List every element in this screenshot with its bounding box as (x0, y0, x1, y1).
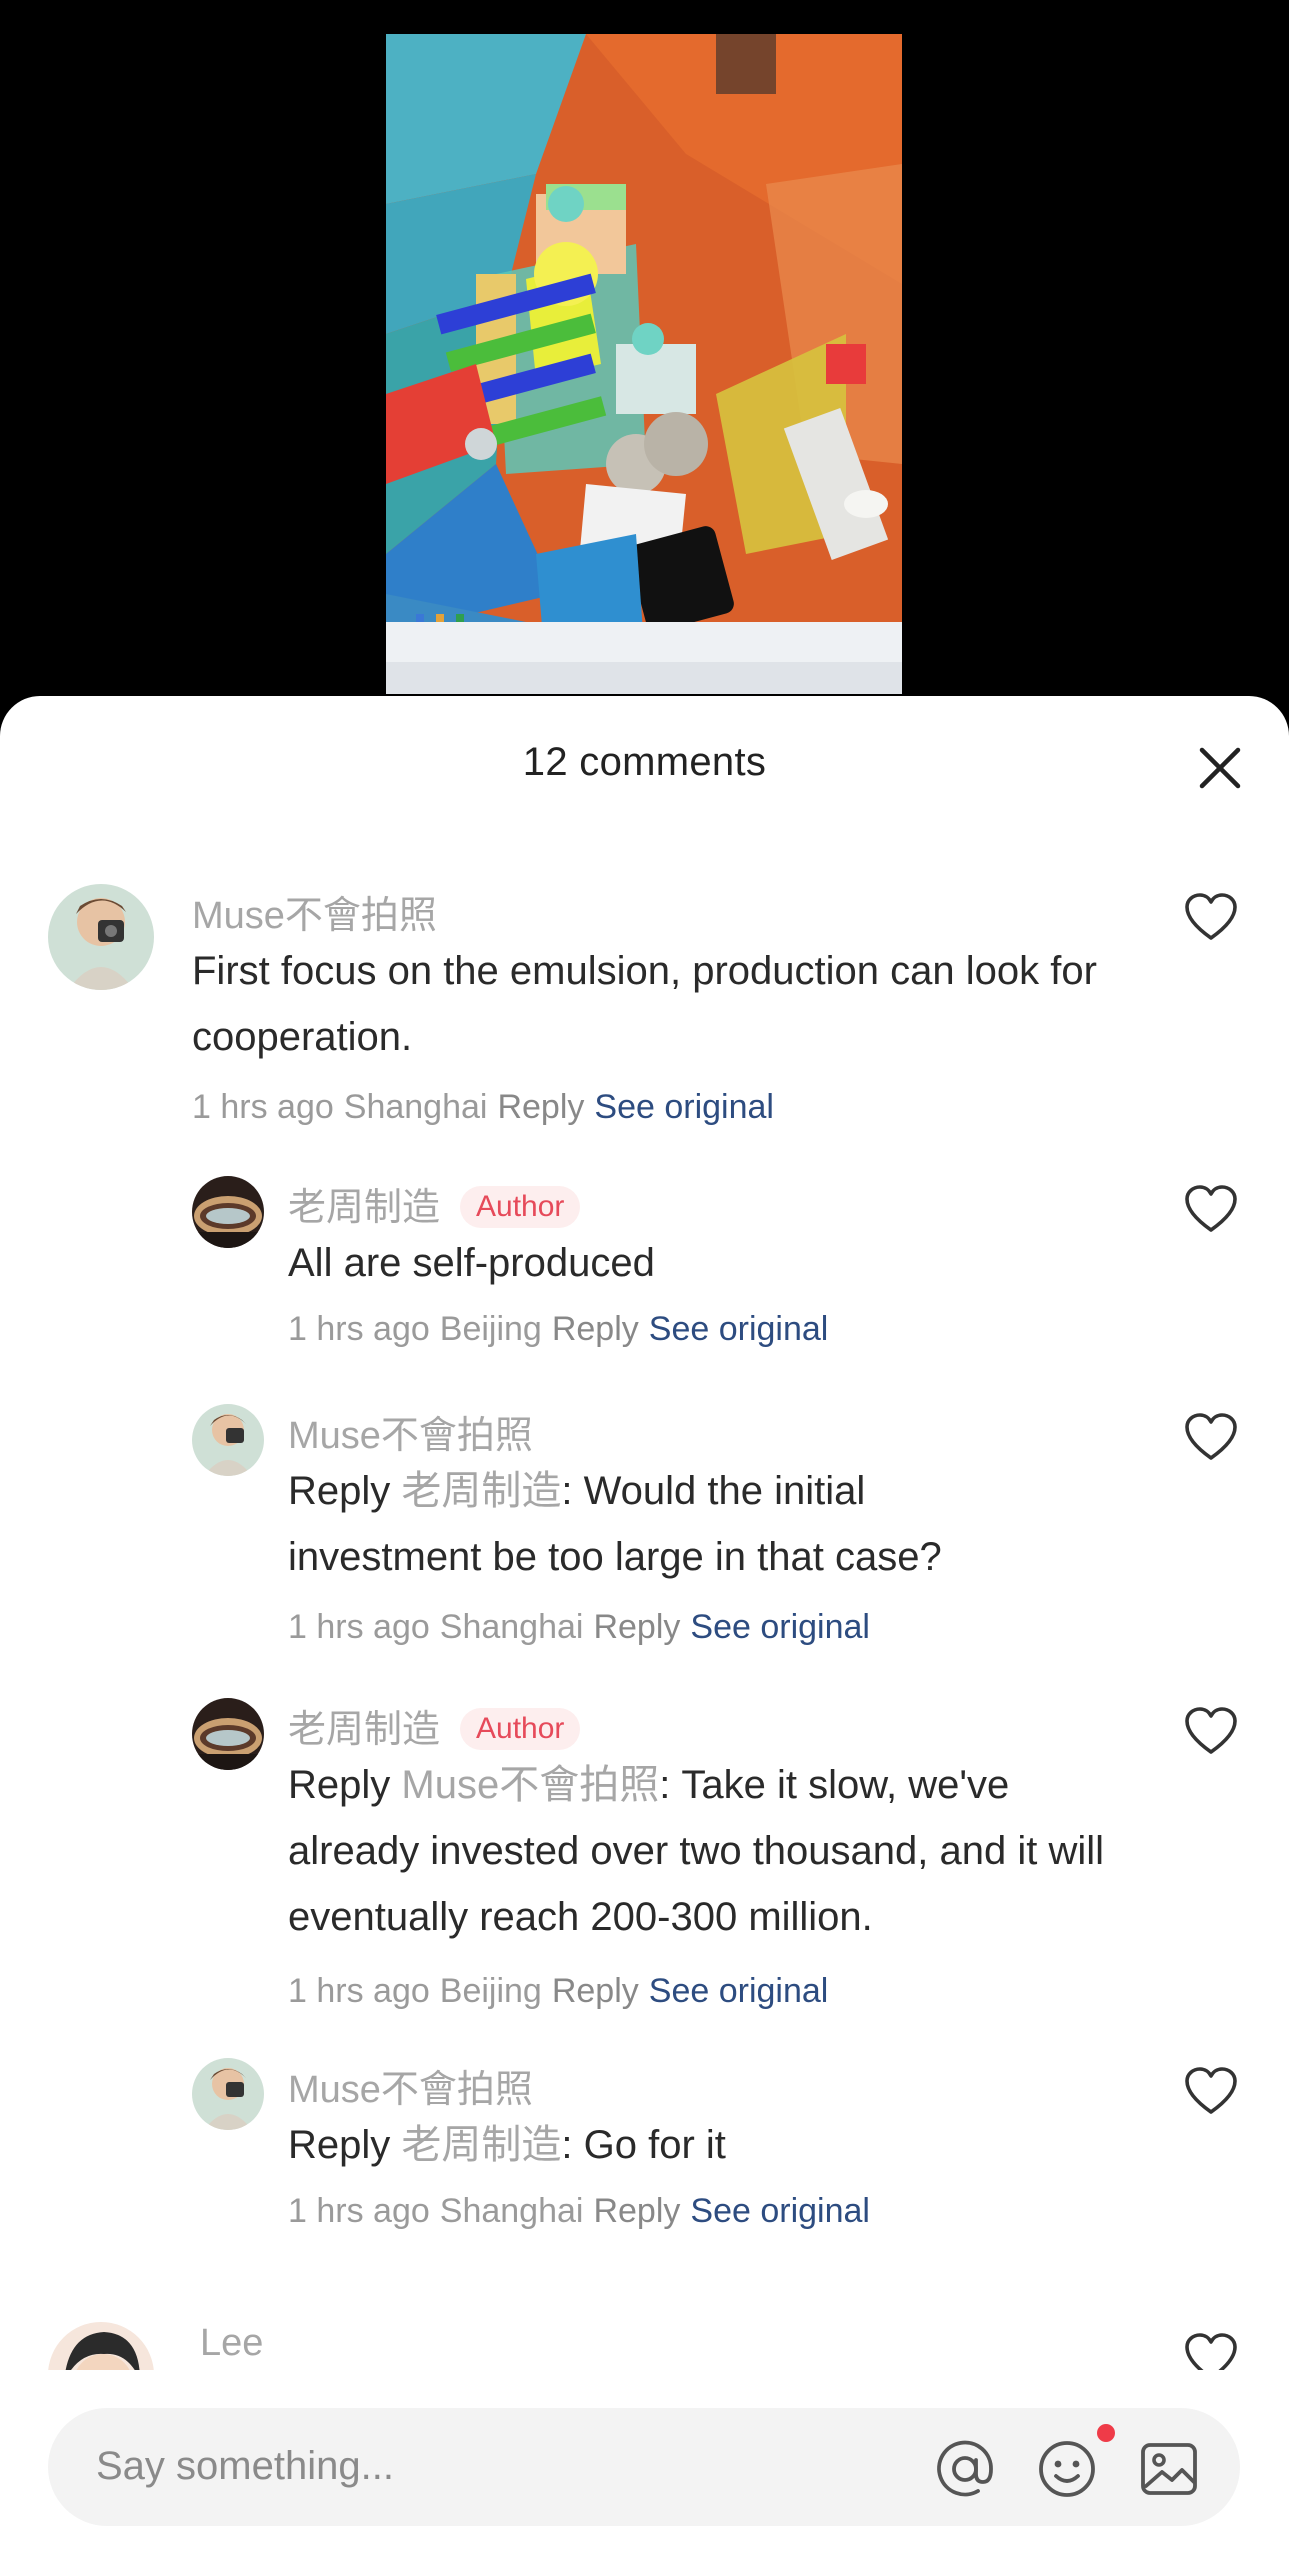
avatar[interactable] (192, 1698, 264, 1770)
comment-time: 1 hrs ago (192, 1088, 334, 1126)
comment-text: Reply 老周制造: Would the initial investment… (288, 1458, 1028, 1590)
comment-meta: 1 hrs ago Shanghai Reply See original (288, 2192, 880, 2231)
reply-button[interactable]: Reply (552, 1310, 639, 1348)
reply-button[interactable]: Reply (593, 1608, 680, 1646)
username-link[interactable]: 老周制造 (288, 1709, 440, 1751)
reply-button[interactable]: Reply (552, 1972, 639, 2010)
heart-outline-icon (1185, 2333, 1237, 2370)
comment-location: Shanghai (343, 1088, 488, 1126)
see-original-link[interactable]: See original (594, 1088, 774, 1126)
author-badge: Author (460, 1708, 581, 1750)
reply-button[interactable]: Reply (497, 1088, 584, 1126)
comment-text: All are self-produced (288, 1241, 655, 1285)
emoji-icon (1039, 2441, 1095, 2497)
heart-outline-icon (1185, 1413, 1237, 1460)
reply-button[interactable]: Reply (593, 2192, 680, 2230)
heart-outline-icon (1185, 893, 1237, 940)
avatar[interactable] (192, 2058, 264, 2130)
comment-location: Shanghai (439, 1608, 584, 1646)
reply-item: 老周制造 Author All are self-produced 1 hrs a… (0, 1176, 1289, 1356)
mention-button[interactable] (934, 2438, 996, 2500)
image-button[interactable] (1138, 2438, 1200, 2500)
comment-time: 1 hrs ago (288, 1608, 430, 1646)
avatar[interactable] (48, 884, 154, 990)
at-icon (937, 2440, 993, 2497)
comment-meta: 1 hrs ago Beijing Reply See original (288, 1310, 838, 1349)
comment-item: Muse不會拍照 First focus on the emulsion, pr… (0, 884, 1289, 1127)
reply-item: 老周制造 Author Reply Muse不會拍照: Take it slow,… (0, 1698, 1289, 2018)
comment-list[interactable]: Muse不會拍照 First focus on the emulsion, pr… (0, 696, 1289, 2370)
like-button[interactable] (1184, 1412, 1238, 1462)
comment-location: Shanghai (439, 2192, 584, 2230)
like-button[interactable] (1184, 892, 1238, 942)
avatar[interactable] (192, 1176, 264, 1248)
comment-text: Reply 老周制造: Go for it (288, 2112, 1168, 2178)
reply-body: : Go for it (561, 2123, 726, 2167)
heart-outline-icon (1185, 1707, 1237, 1754)
like-button[interactable] (1184, 1706, 1238, 1756)
like-button[interactable] (1184, 1184, 1238, 1234)
video-frame[interactable] (386, 34, 902, 694)
comment-input-bar[interactable]: Say something... (48, 2408, 1240, 2526)
reply-prefix: Reply (288, 2123, 391, 2167)
comment-text: Reply Muse不會拍照: Take it slow, we've alre… (288, 1752, 1148, 1950)
comment-username[interactable]: Muse不會拍照 (192, 884, 437, 939)
mention-link[interactable]: Muse不會拍照 (401, 1763, 659, 1807)
comment-input[interactable]: Say something... (96, 2444, 394, 2489)
comment-meta: 1 hrs ago Shanghai Reply See original (288, 1608, 880, 1647)
comment-time: 1 hrs ago (288, 2192, 430, 2230)
comment-username[interactable]: Lee (200, 2322, 263, 2365)
reply-item: Muse不會拍照 Reply 老周制造: Go for it 1 hrs ago… (0, 2058, 1289, 2238)
heart-outline-icon (1185, 1185, 1237, 1232)
mention-link[interactable]: 老周制造 (401, 1469, 561, 1513)
see-original-link[interactable]: See original (649, 1972, 829, 2010)
cad-model-illustration (386, 34, 902, 694)
comment-text: First focus on the emulsion, production … (192, 949, 1097, 1059)
reply-prefix: Reply (288, 1469, 391, 1513)
avatar[interactable] (192, 1404, 264, 1476)
comment-location: Beijing (439, 1310, 542, 1348)
avatar[interactable] (48, 2322, 154, 2370)
like-button[interactable] (1184, 2332, 1238, 2370)
comment-username: 老周制造 Author (288, 1176, 581, 1231)
author-badge: Author (460, 1186, 581, 1228)
comment-username[interactable]: Muse不會拍照 (288, 1404, 533, 1459)
image-icon (1141, 2443, 1197, 2495)
username-link[interactable]: 老周制造 (288, 1187, 440, 1229)
see-original-link[interactable]: See original (690, 1608, 870, 1646)
see-original-link[interactable]: See original (649, 1310, 829, 1348)
comments-sheet: 12 comments Muse不會拍照 First focus on the … (0, 696, 1289, 2566)
reply-item: Muse不會拍照 Reply 老周制造: Would the initial i… (0, 1404, 1289, 1654)
see-original-link[interactable]: See original (690, 2192, 870, 2230)
comment-item: Lee (0, 2322, 1289, 2370)
comment-username: 老周制造 Author (288, 1698, 581, 1753)
reply-prefix: Reply (288, 1763, 391, 1807)
comment-meta: 1 hrs ago Beijing Reply See original (288, 1972, 838, 2011)
notification-dot (1097, 2424, 1115, 2442)
comment-time: 1 hrs ago (288, 1310, 430, 1348)
emoji-button[interactable] (1036, 2438, 1098, 2500)
comment-meta: 1 hrs ago Shanghai Reply See original (192, 1088, 784, 1127)
mention-link[interactable]: 老周制造 (401, 2123, 561, 2167)
like-button[interactable] (1184, 2066, 1238, 2116)
comment-time: 1 hrs ago (288, 1972, 430, 2010)
comment-location: Beijing (439, 1972, 542, 2010)
video-player[interactable] (0, 0, 1289, 700)
heart-outline-icon (1185, 2067, 1237, 2114)
comment-username[interactable]: Muse不會拍照 (288, 2058, 533, 2113)
